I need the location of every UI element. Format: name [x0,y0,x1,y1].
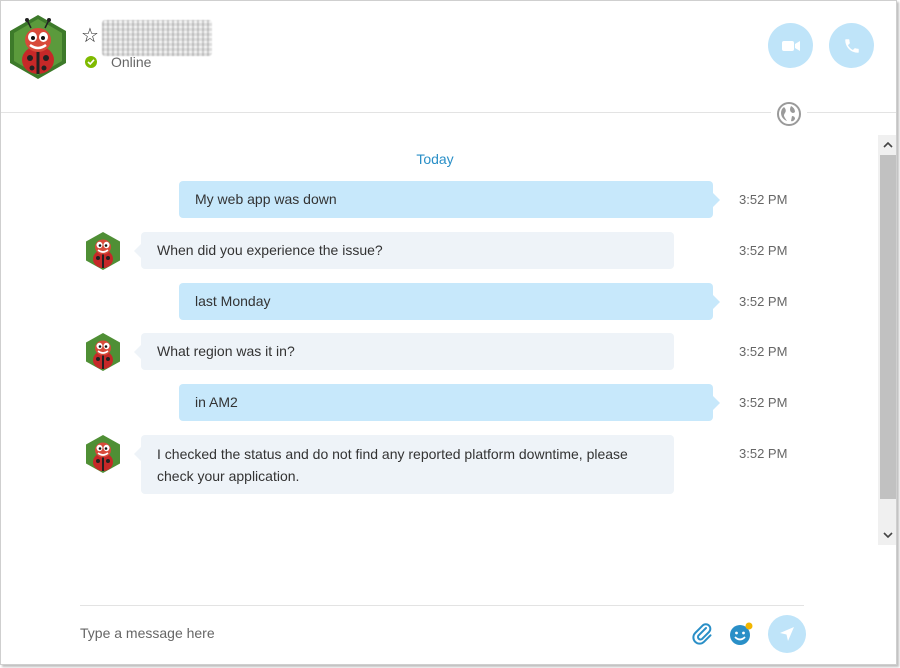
message-list[interactable]: Today My web app was down 3:52 PM When d… [1,135,879,545]
message-time: 3:52 PM [739,395,788,410]
audio-call-button[interactable] [829,23,874,68]
chat-scrollbar[interactable] [878,135,896,545]
contact-name-redacted [102,20,212,56]
phone-icon [844,38,859,53]
ladybug-avatar-icon[interactable] [83,231,123,271]
ladybug-avatar-icon[interactable] [83,332,123,372]
outgoing-message[interactable]: in AM2 [179,384,720,421]
header-divider-right [807,112,896,113]
video-call-button[interactable] [768,23,813,68]
message-time: 3:52 PM [739,344,788,359]
message-time: 3:52 PM [739,243,788,258]
presence-status: Online [111,54,152,70]
chevron-up-icon [883,142,893,148]
scroll-down-button[interactable] [878,525,896,545]
message-time: 3:52 PM [739,446,788,461]
ladybug-avatar-icon[interactable] [83,434,123,474]
compose-divider [80,605,804,606]
online-status-icon [85,56,97,68]
outgoing-message[interactable]: last Monday [179,283,720,320]
send-arrow-icon [780,627,794,641]
chevron-down-icon [883,532,893,538]
paperclip-icon[interactable] [689,621,715,647]
conversation-header: ☆ Online [1,1,896,111]
header-divider [1,112,771,113]
date-separator: Today [416,151,454,167]
message-time: 3:52 PM [739,294,788,309]
incoming-message[interactable]: When did you experience the issue? [134,232,674,269]
chat-window: ☆ Online Today My web app was down 3:52 … [0,0,897,665]
scroll-thumb[interactable] [880,155,896,499]
video-camera-icon [781,40,800,51]
message-time: 3:52 PM [739,192,788,207]
star-outline-icon[interactable]: ☆ [81,26,99,46]
ladybug-avatar-icon[interactable] [5,14,71,80]
outgoing-message[interactable]: My web app was down [179,181,720,218]
incoming-message[interactable]: What region was it in? [134,333,674,370]
incoming-message[interactable]: I checked the status and do not find any… [134,435,674,494]
globe-icon[interactable] [776,101,802,127]
smiley-icon[interactable] [728,621,754,647]
send-button[interactable] [768,615,806,653]
scroll-up-button[interactable] [878,135,896,155]
message-input[interactable] [80,619,640,647]
